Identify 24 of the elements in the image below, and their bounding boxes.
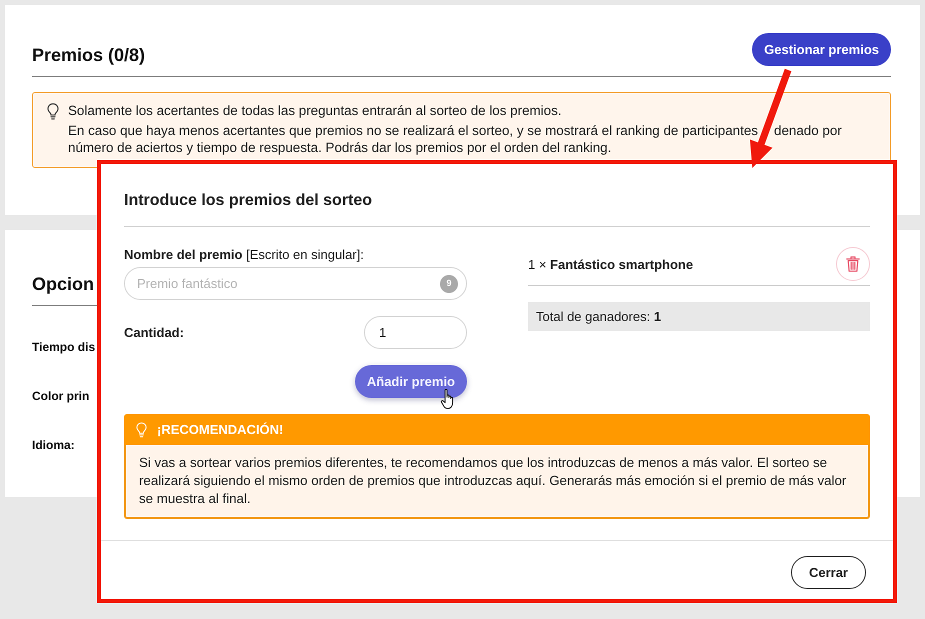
lightbulb-icon: [47, 103, 59, 120]
field-label: Idioma:: [32, 436, 75, 452]
field-label: Nombre del premio [Escrito en singular]:: [124, 247, 364, 263]
quantity-input[interactable]: 1: [364, 316, 467, 349]
trash-icon: [846, 256, 860, 272]
recommendation-title: ¡RECOMENDACIÓN!: [157, 420, 284, 439]
prize-item: 1 × Fantástico smartphone: [528, 256, 694, 274]
lightbulb-icon: [136, 422, 147, 438]
close-button[interactable]: Cerrar: [790, 556, 866, 589]
field-label: Color prin: [32, 388, 90, 404]
section-title: Opcion: [32, 274, 94, 295]
section-title: Premios (0/8): [32, 45, 146, 66]
recommendation-text: Si vas a sortear varios premios diferentes, te recomendamos que los introduzcas de menos a más valor. El sorteo se realizará siguiendo el mismo orden de premios que introduzcas aquí. Generarás más emoción si el premio de más valor se muestra al final.: [124, 445, 870, 519]
notice-text: número de aciertos y tiempo de respuesta. Podrás dar los premios por el orden del ranking.: [68, 139, 612, 156]
delete-button[interactable]: [836, 247, 870, 281]
field-label: Tiempo dis: [32, 338, 96, 354]
field-label: Cantidad:: [124, 324, 184, 340]
total-winners: Total de ganadores: 1: [528, 302, 870, 331]
add-prize-button[interactable]: Añadir premio: [354, 365, 467, 398]
notice-text: En caso que haya menos acertantes que premios no se realizará el sorteo, y se mostrará el ranking de participantes: [68, 122, 758, 139]
notice-text: denado por: [774, 122, 842, 139]
notice-text: Solamente los acertantes de todas las preguntas entrarán al sorteo de los premios.: [68, 102, 562, 119]
dialog-title: Introduce los premios del sorteo: [124, 192, 372, 210]
manage-prizes-button[interactable]: Gestionar premios: [752, 33, 891, 66]
